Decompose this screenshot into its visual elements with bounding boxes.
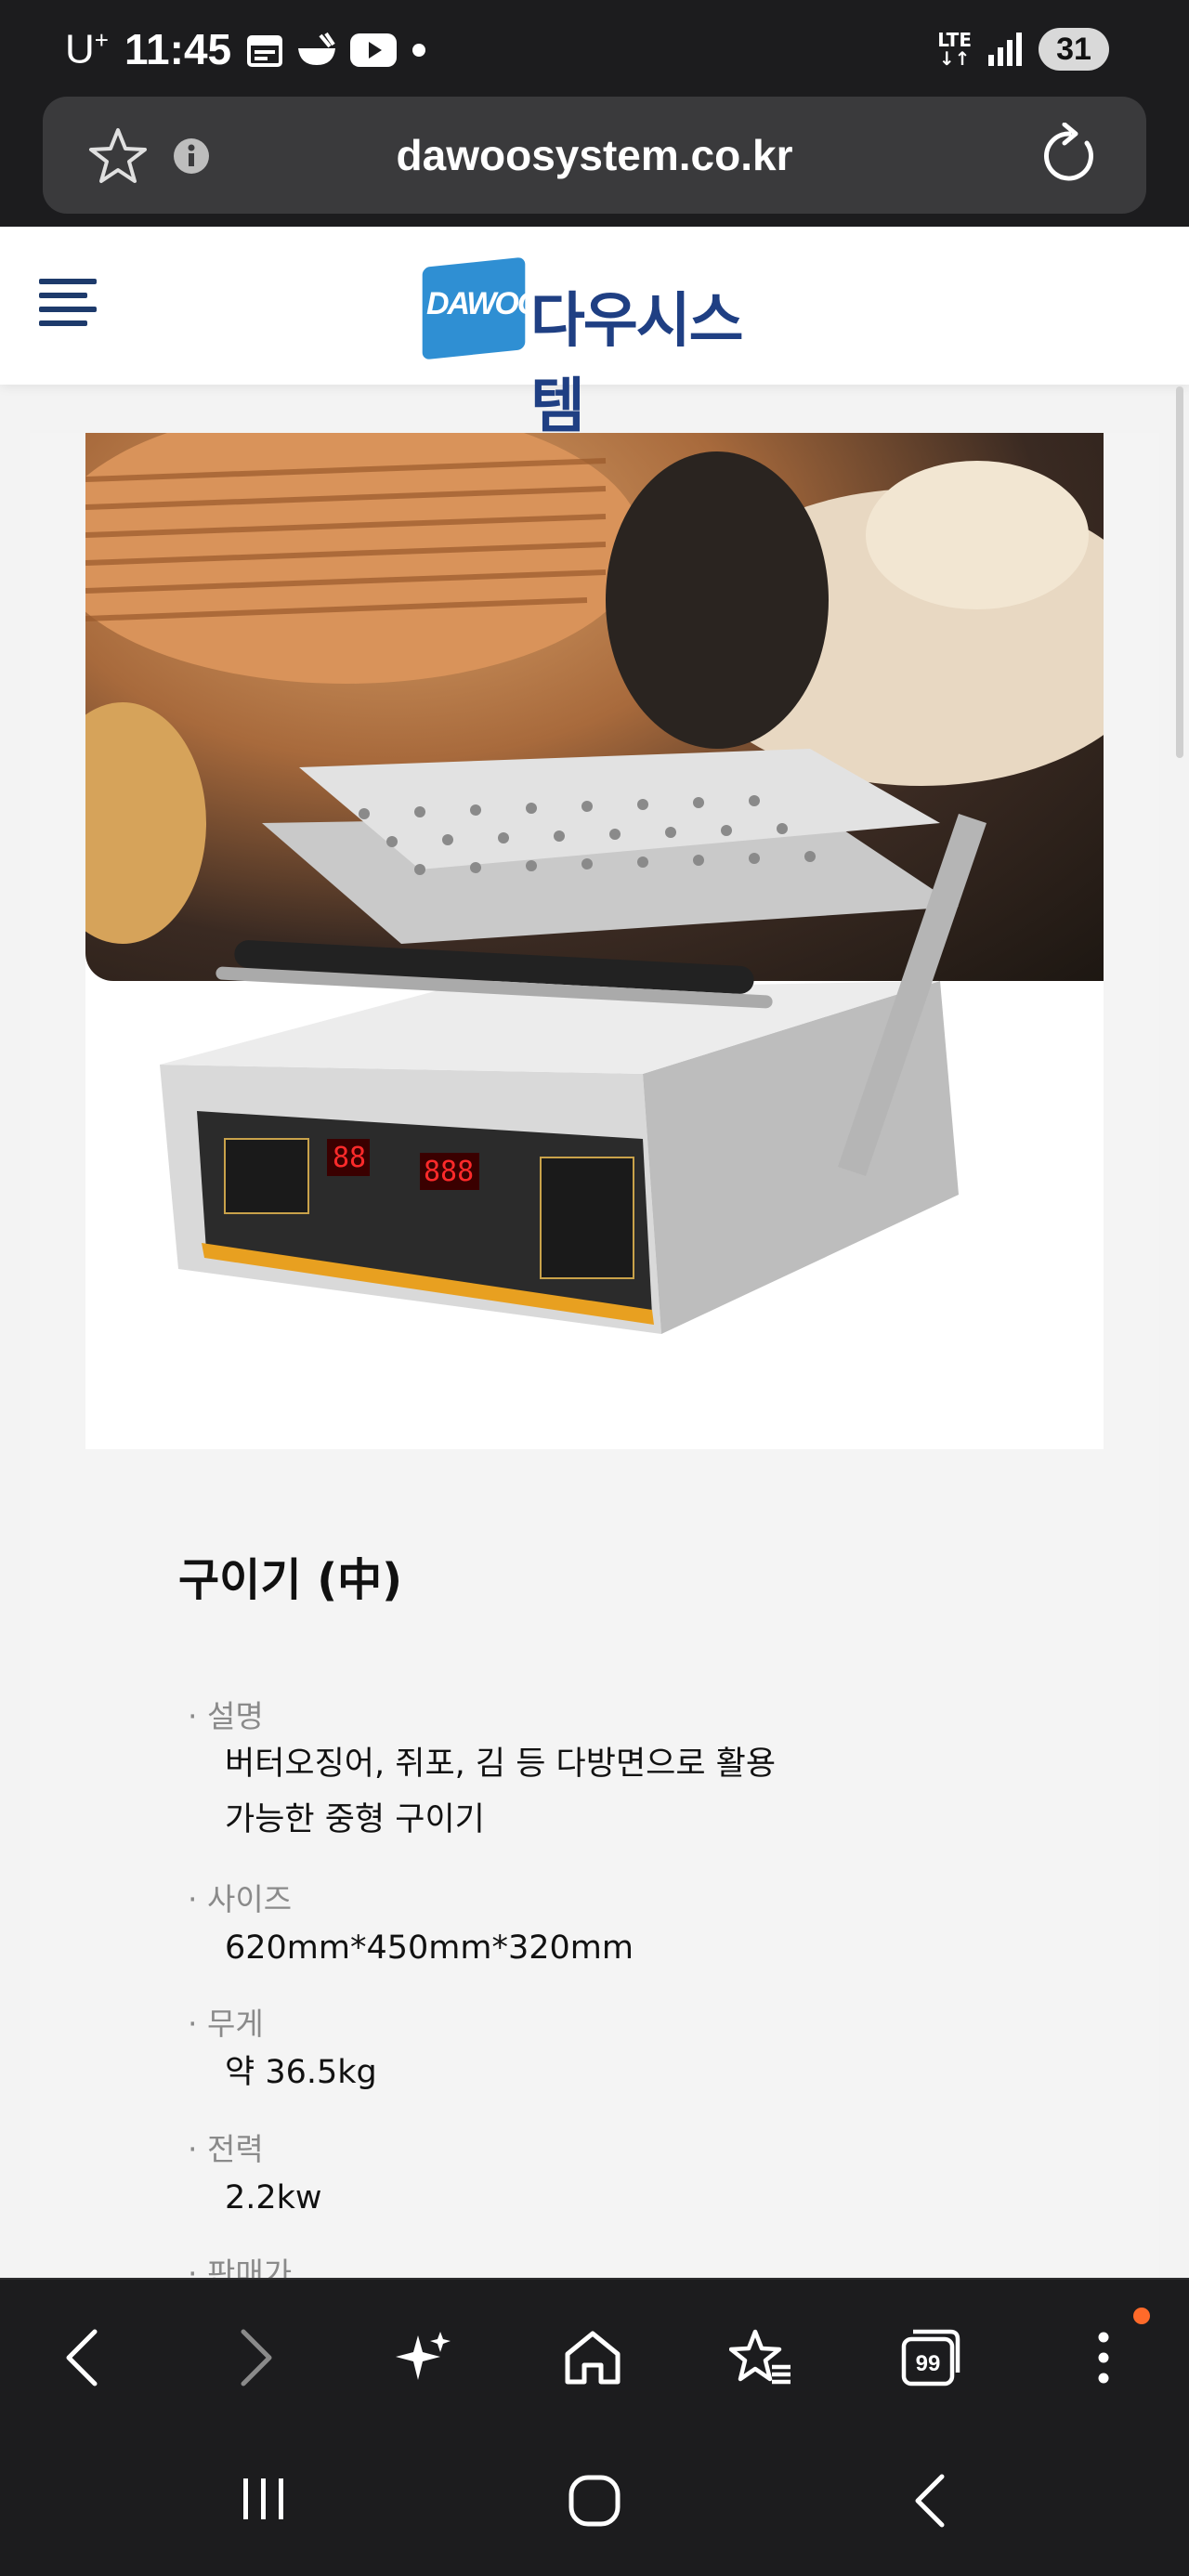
tabs-button[interactable]: 99 <box>894 2321 968 2395</box>
chevron-left-icon <box>66 2329 98 2386</box>
notification-dot <box>1133 2308 1150 2324</box>
spec-size: · 사이즈 620mm*450mm*320mm <box>188 1875 634 1977</box>
bowl-icon <box>298 32 335 65</box>
bookmarks-star-icon <box>729 2329 790 2385</box>
spec-value: 버터오징어, 쥐포, 김 등 다방면으로 활용 <box>225 1746 777 1783</box>
back-button[interactable] <box>45 2321 119 2395</box>
address-bar[interactable]: dawoosystem.co.kr <box>43 97 1146 214</box>
hamburger-menu-icon[interactable] <box>39 279 97 327</box>
product-title: 구이기 (中) <box>178 1554 403 1606</box>
more-vertical-icon <box>1098 2332 1109 2384</box>
logo-badge-text: DAWOO <box>426 286 542 321</box>
spec-value: 620mm*450mm*320mm <box>225 1929 634 1967</box>
battery-indicator: 31 <box>1039 28 1109 71</box>
browser-toolbar: 99 <box>0 2278 1189 2426</box>
sparkle-icon <box>396 2332 451 2380</box>
recent-apps-icon[interactable] <box>238 2473 290 2525</box>
spec-label: · 설명 <box>188 1698 264 1734</box>
scrollbar[interactable] <box>1176 386 1183 758</box>
youtube-icon <box>350 33 397 67</box>
site-header: DAWOO 다우시스템 <box>0 227 1189 441</box>
forward-button[interactable] <box>219 2321 294 2395</box>
more-menu-button[interactable] <box>1066 2321 1141 2395</box>
home-icon <box>565 2331 621 2385</box>
spec-description: · 설명 버터오징어, 쥐포, 김 등 다방면으로 활용 가능한 중형 구이기 <box>188 1692 776 1848</box>
spec-power: · 전력 2.2kw <box>188 2125 322 2227</box>
reload-icon[interactable] <box>1039 123 1100 188</box>
site-logo[interactable]: DAWOO 다우시스템 <box>422 255 766 441</box>
web-page: DAWOO 다우시스템 88 888 구이기 (中) · 설명 버터오징어, 쥐… <box>0 227 1189 2280</box>
network-indicator: LTE ↓↑ <box>937 29 972 70</box>
home-button[interactable] <box>555 2321 630 2395</box>
spec-weight: · 무게 약 36.5kg <box>188 1999 377 2101</box>
spec-label: · 판매가 <box>188 2256 293 2280</box>
bookmarks-button[interactable] <box>725 2321 799 2395</box>
status-bar: U+ 11:45 LTE ↓↑ 31 <box>0 0 1189 93</box>
spec-price: · 판매가 <box>188 2249 292 2280</box>
spec-value: 2.2kw <box>225 2179 322 2216</box>
notification-icons <box>246 32 428 69</box>
tabs-icon: 99 <box>901 2329 960 2386</box>
url-text[interactable]: dawoosystem.co.kr <box>43 130 1146 180</box>
clock: 11:45 <box>124 25 232 73</box>
home-system-icon[interactable] <box>567 2473 622 2529</box>
chevron-right-icon <box>241 2329 272 2386</box>
spec-value: 약 36.5kg <box>225 2054 377 2091</box>
back-system-icon[interactable] <box>910 2473 947 2529</box>
spec-label: · 사이즈 <box>188 1881 293 1917</box>
spec-value: 가능한 중형 구이기 <box>225 1801 485 1838</box>
spec-label: · 무게 <box>188 2006 264 2042</box>
carrier-label: U+ <box>65 26 109 72</box>
svg-text:88: 88 <box>333 1142 366 1174</box>
dot-icon <box>412 44 425 57</box>
ai-assistant-button[interactable] <box>386 2321 461 2395</box>
calendar-icon <box>247 35 282 67</box>
svg-text:888: 888 <box>424 1156 474 1188</box>
logo-text: 다우시스템 <box>530 287 744 441</box>
product-card: 88 888 구이기 (中) · 설명 버터오징어, 쥐포, 김 등 다방면으로… <box>30 433 1159 2280</box>
signal-icon <box>988 33 1022 66</box>
griller-machine-photo: 88 888 <box>160 749 986 1334</box>
spec-label: · 전력 <box>188 2131 264 2167</box>
svg-text:99: 99 <box>916 2351 941 2376</box>
system-navigation-bar <box>0 2426 1189 2576</box>
product-image: 88 888 <box>85 433 1104 1449</box>
system-status: LTE ↓↑ 31 <box>937 28 1109 71</box>
